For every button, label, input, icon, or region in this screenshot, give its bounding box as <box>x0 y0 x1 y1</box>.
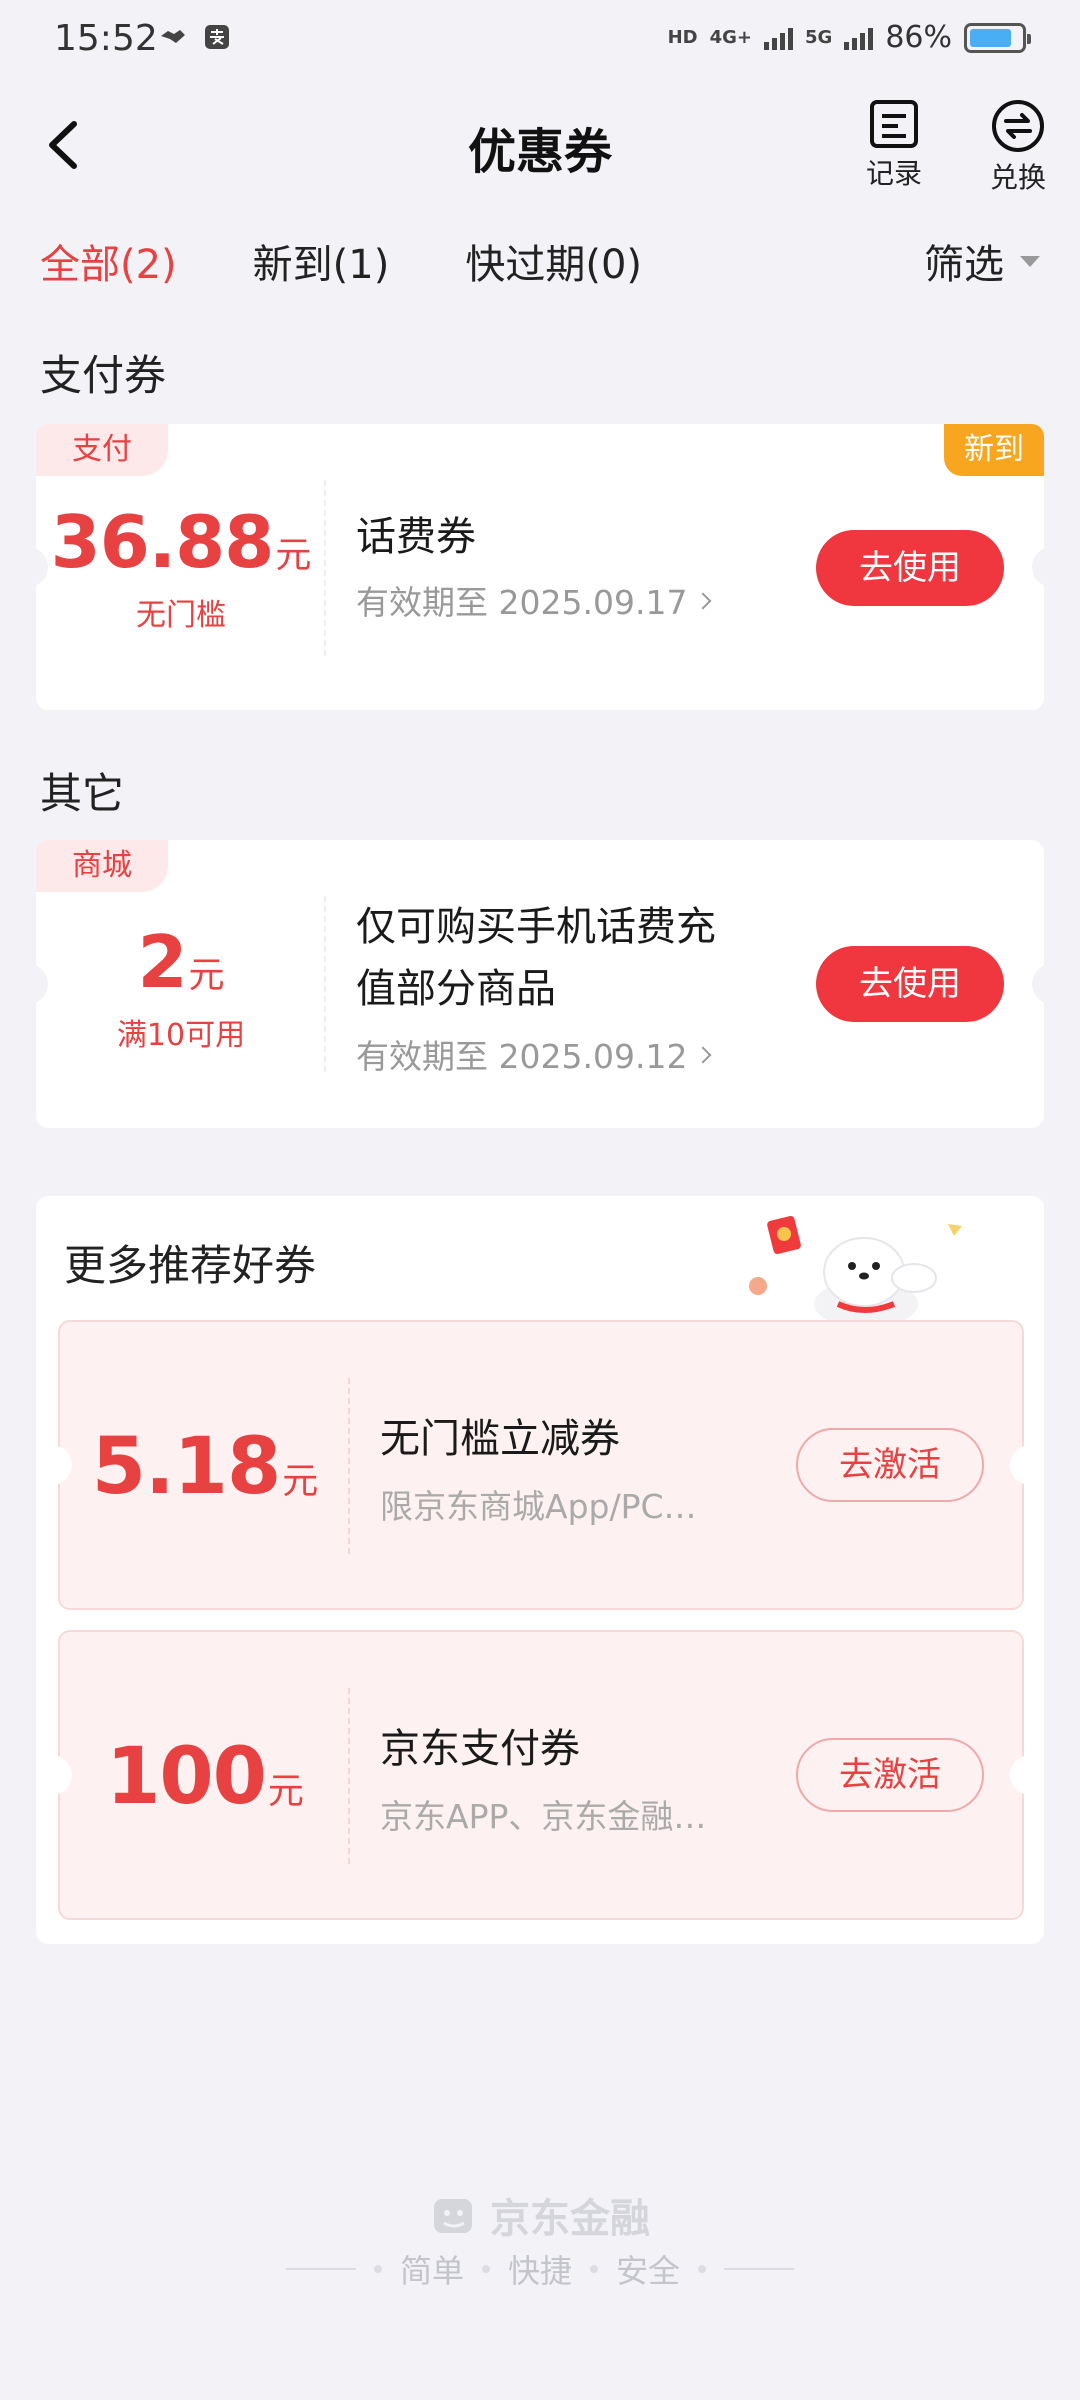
coupon-title-line1: 仅可购买手机话费充 <box>356 904 716 950</box>
coupon-validity[interactable]: 有效期至 2025.09.17 <box>356 576 712 624</box>
use-button[interactable]: 去使用 <box>816 946 1004 1022</box>
chevron-right-icon <box>694 1046 712 1064</box>
card-notch-right <box>1010 1755 1034 1795</box>
coupon-amount: 36.88元 无门槛 <box>36 500 326 634</box>
slogan-word-1: 简单 <box>399 2252 464 2290</box>
amount-value: 36.88 <box>50 500 275 584</box>
card-notch-right <box>1010 1445 1034 1485</box>
status-bar: 15:52 HD 4G+ 5G 86% <box>0 0 1080 80</box>
coupon-validity[interactable]: 有效期至 2025.09.12 <box>356 1030 712 1078</box>
amount-unit: 元 <box>275 535 312 576</box>
use-button[interactable]: 去使用 <box>816 530 1004 606</box>
signal-icon <box>764 26 793 50</box>
jd-finance-logo-icon <box>434 2199 472 2233</box>
exchange-icon <box>992 100 1044 152</box>
coupon-title: 京东支付券 <box>380 1726 580 1772</box>
amount-value: 2 <box>137 920 187 1004</box>
amount-unit: 元 <box>267 1771 304 1812</box>
footer-brand-name: 京东金融 <box>490 2196 650 2242</box>
footer-brand: 京东金融 <box>0 2186 1080 2244</box>
footer-slogan: 简单 快捷 安全 <box>0 2246 1080 2292</box>
battery-icon <box>964 22 1031 53</box>
coupon-title: 仅可购买手机话费充 值部分商品 <box>356 896 716 1020</box>
coupon-title: 话费券 <box>356 514 476 560</box>
coupon-amount: 5.18元 <box>60 1422 350 1512</box>
amount-value: 100 <box>106 1732 267 1822</box>
recommend-panel: 更多推荐好券 5.18元 无门槛立减券 限京东商城App/PC… 去激活 100… <box>36 1196 1044 1944</box>
coupon-title: 无门槛立减券 <box>380 1416 620 1462</box>
section-title-other: 其它 <box>40 769 125 818</box>
tab-all[interactable]: 全部(2) <box>40 232 177 290</box>
filter-button[interactable]: 筛选 <box>924 232 1040 290</box>
status-time: 15:52 <box>54 18 158 59</box>
amount-value: 5.18 <box>91 1422 281 1512</box>
handshake-icon <box>161 30 185 43</box>
mascot-dog-illustration <box>749 1215 962 1328</box>
signal-icon-2 <box>844 26 874 50</box>
card-divider <box>348 1378 350 1554</box>
coupon-tabs: 全部(2) 新到(1) 快过期(0) <box>40 232 718 290</box>
recommend-title: 更多推荐好券 <box>64 1241 317 1290</box>
card-notch-right <box>1032 964 1044 1004</box>
5g-indicator: 5G <box>805 26 833 48</box>
recommend-coupon-2: 100元 京东支付券 京东APP、京东金融… 去激活 <box>48 1630 1034 1920</box>
amount-unit: 元 <box>282 1461 319 1502</box>
validity-text: 有效期至 2025.09.17 <box>356 583 688 622</box>
record-button[interactable]: 记录 <box>854 98 934 192</box>
slogan-dot <box>698 2265 707 2273</box>
coupon-amount: 2元 满10可用 <box>36 920 326 1054</box>
activate-button[interactable]: 去激活 <box>796 1428 984 1502</box>
slogan-word-3: 安全 <box>616 2252 681 2290</box>
card-divider <box>324 896 326 1072</box>
status-app-icons <box>158 22 232 52</box>
coupon-condition: 无门槛 <box>136 598 226 633</box>
slogan-line-right <box>724 2268 795 2270</box>
exchange-button[interactable]: 兑换 <box>978 98 1058 196</box>
caret-down-icon <box>1020 255 1040 267</box>
coupon-condition: 满10可用 <box>116 1018 246 1053</box>
section-title-pay: 支付券 <box>40 351 167 400</box>
hd-indicator: HD <box>667 26 698 48</box>
4g-indicator: 4G+ <box>709 26 752 48</box>
record-icon <box>870 100 918 148</box>
coupon-card-mall: 商城 2元 满10可用 仅可购买手机话费充 值部分商品 有效期至 2025.09… <box>36 840 1044 1128</box>
tab-new[interactable]: 新到(1) <box>253 232 390 290</box>
card-divider <box>348 1688 350 1864</box>
slogan-word-2: 快捷 <box>507 2252 572 2290</box>
slogan-dot <box>373 2265 382 2273</box>
filter-label: 筛选 <box>924 242 1004 288</box>
validity-text: 有效期至 2025.09.12 <box>356 1037 688 1076</box>
coupon-page: 15:52 HD 4G+ 5G 86% 优惠券 记录 兑换 全部(2) 新到(1… <box>0 0 1080 2400</box>
exchange-label: 兑换 <box>989 161 1046 194</box>
chevron-right-icon <box>694 592 712 610</box>
card-notch-right <box>1032 547 1044 587</box>
card-divider <box>324 480 326 656</box>
record-label: 记录 <box>865 157 922 190</box>
coupon-card-pay: 支付 新到 36.88元 无门槛 话费券 有效期至 2025.09.17 去使用 <box>36 424 1044 710</box>
new-badge: 新到 <box>944 424 1044 476</box>
coupon-tag: 支付 <box>36 424 168 476</box>
battery-percent: 86% <box>885 20 952 55</box>
activate-button[interactable]: 去激活 <box>796 1738 984 1812</box>
slogan-line-left <box>285 2268 356 2270</box>
slogan-dot <box>481 2265 490 2273</box>
recommend-coupon-1: 5.18元 无门槛立减券 限京东商城App/PC… 去激活 <box>48 1320 1034 1610</box>
coupon-tag: 商城 <box>36 840 168 892</box>
coupon-amount: 100元 <box>60 1732 350 1822</box>
status-indicators: HD 4G+ 5G 86% <box>667 20 1031 55</box>
coupon-description: 京东APP、京东金融… <box>380 1797 707 1836</box>
slogan-dot <box>590 2265 598 2273</box>
tab-expiring[interactable]: 快过期(0) <box>465 232 642 290</box>
coupon-description: 限京东商城App/PC… <box>380 1487 697 1526</box>
amount-unit: 元 <box>188 955 225 996</box>
alipay-icon <box>205 25 229 49</box>
coupon-title-line2: 值部分商品 <box>356 966 556 1012</box>
